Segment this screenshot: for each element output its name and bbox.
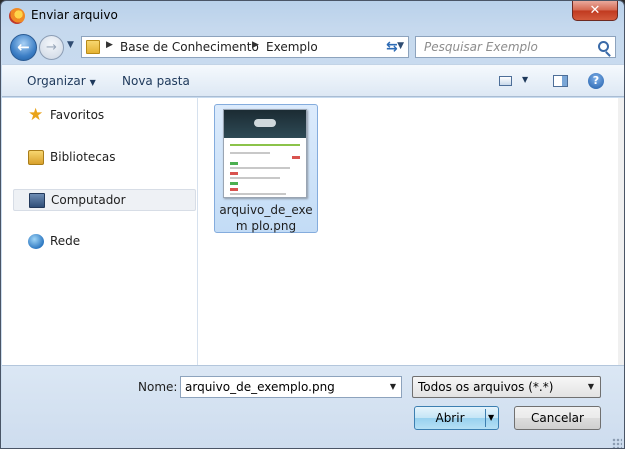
thumbnail-badge — [292, 156, 300, 159]
open-button-label: Abrir — [435, 411, 465, 425]
window-title: Enviar arquivo — [31, 8, 118, 22]
view-options-dropdown-icon[interactable]: ▼ — [522, 75, 528, 84]
address-dropdown-icon[interactable]: ▼ — [397, 41, 404, 51]
chevron-down-icon: ▼ — [587, 382, 594, 391]
thumbnail-badge — [230, 172, 238, 175]
thumbnail-badge — [230, 182, 238, 185]
command-bar: Organizar ▼ Nova pasta ▼ ? — [2, 64, 624, 97]
open-file-dialog: Enviar arquivo ✕ ← → ▼ ▶ Base de Conheci… — [0, 0, 625, 449]
vertical-scrollbar[interactable] — [618, 98, 624, 365]
file-type-select[interactable]: Todos os arquivos (*.*) ▼ — [412, 376, 601, 398]
back-button[interactable]: ← — [10, 34, 37, 61]
firefox-icon — [9, 8, 25, 24]
preview-pane-icon[interactable] — [553, 75, 568, 87]
network-icon — [28, 234, 44, 249]
new-folder-button[interactable]: Nova pasta — [122, 74, 190, 88]
sidebar-item-label: Bibliotecas — [50, 150, 116, 164]
file-item[interactable]: arquivo_de_exem plo.png — [214, 104, 318, 233]
open-button[interactable]: Abrir ▼ — [414, 406, 499, 430]
sidebar-item-label: Rede — [50, 234, 81, 248]
search-placeholder: Pesquisar Exemplo — [424, 40, 538, 54]
title-bar: Enviar arquivo ✕ — [1, 1, 624, 31]
resize-grip-icon[interactable] — [612, 438, 622, 448]
thumbnail-logo — [254, 119, 276, 127]
sidebar-item-label: Favoritos — [50, 108, 105, 122]
change-view-icon[interactable] — [499, 76, 512, 86]
forward-button[interactable]: → — [39, 35, 64, 60]
open-options-dropdown-icon[interactable]: ▼ — [488, 407, 494, 429]
close-button[interactable]: ✕ — [572, 1, 618, 21]
chevron-right-icon[interactable]: ▶ — [252, 40, 259, 50]
chevron-down-icon: ▼ — [89, 78, 96, 87]
file-name-label: Nome: — [138, 380, 178, 394]
star-icon: ★ — [28, 105, 44, 125]
breadcrumb-exemplo[interactable]: Exemplo — [266, 40, 318, 54]
sidebar-item-bibliotecas[interactable]: Bibliotecas — [13, 147, 196, 169]
thumbnail-badge — [230, 188, 238, 191]
file-type-value: Todos os arquivos (*.*) — [418, 380, 554, 394]
thumbnail-line — [230, 152, 270, 154]
thumbnail-line — [230, 193, 286, 195]
sidebar-item-computador[interactable]: Computador — [13, 189, 196, 211]
thumbnail-line — [230, 177, 280, 179]
refresh-icon[interactable]: ⇆ — [386, 39, 398, 55]
breadcrumb-base-de-conhecimento[interactable]: Base de Conhecimento — [120, 40, 259, 54]
folder-icon — [86, 40, 100, 54]
chevron-right-icon[interactable]: ▶ — [106, 40, 113, 50]
dialog-footer: Nome: arquivo_de_exemplo.png ▼ Todos os … — [2, 365, 624, 448]
search-input[interactable]: Pesquisar Exemplo — [415, 36, 616, 58]
computer-icon — [29, 193, 45, 208]
thumbnail-header — [224, 110, 306, 138]
organize-button[interactable]: Organizar ▼ — [27, 74, 96, 88]
back-arrow-icon: ← — [17, 38, 30, 56]
library-icon — [28, 150, 44, 165]
address-bar[interactable]: ▶ Base de Conhecimento ▶ Exemplo ▼ — [81, 36, 409, 58]
file-name-input[interactable]: arquivo_de_exemplo.png ▼ — [180, 376, 402, 398]
file-name: arquivo_de_exem plo.png — [219, 203, 313, 233]
chevron-down-icon[interactable]: ▼ — [390, 382, 396, 391]
thumbnail-line — [230, 144, 300, 146]
file-list[interactable]: arquivo_de_exem plo.png — [199, 98, 618, 365]
history-dropdown-icon[interactable]: ▼ — [67, 40, 74, 50]
help-icon[interactable]: ? — [588, 73, 604, 89]
navigation-bar: ← → ▼ ▶ Base de Conhecimento ▶ Exemplo ▼… — [1, 31, 624, 63]
sidebar-item-rede[interactable]: Rede — [13, 231, 196, 253]
split-divider — [485, 409, 486, 427]
sidebar-item-favoritos[interactable]: ★ Favoritos — [13, 105, 196, 127]
organize-label: Organizar — [27, 74, 86, 88]
thumbnail-line — [230, 167, 290, 169]
sidebar-item-label: Computador — [51, 193, 126, 207]
file-name-value: arquivo_de_exemplo.png — [185, 380, 335, 394]
cancel-button[interactable]: Cancelar — [514, 406, 601, 430]
image-thumbnail — [223, 109, 307, 198]
forward-arrow-icon: → — [46, 40, 57, 55]
dialog-body: ★ Favoritos Bibliotecas Computador Rede — [2, 98, 618, 365]
search-icon[interactable] — [598, 41, 609, 52]
navigation-pane[interactable]: ★ Favoritos Bibliotecas Computador Rede — [2, 98, 198, 365]
thumbnail-badge — [230, 162, 238, 165]
